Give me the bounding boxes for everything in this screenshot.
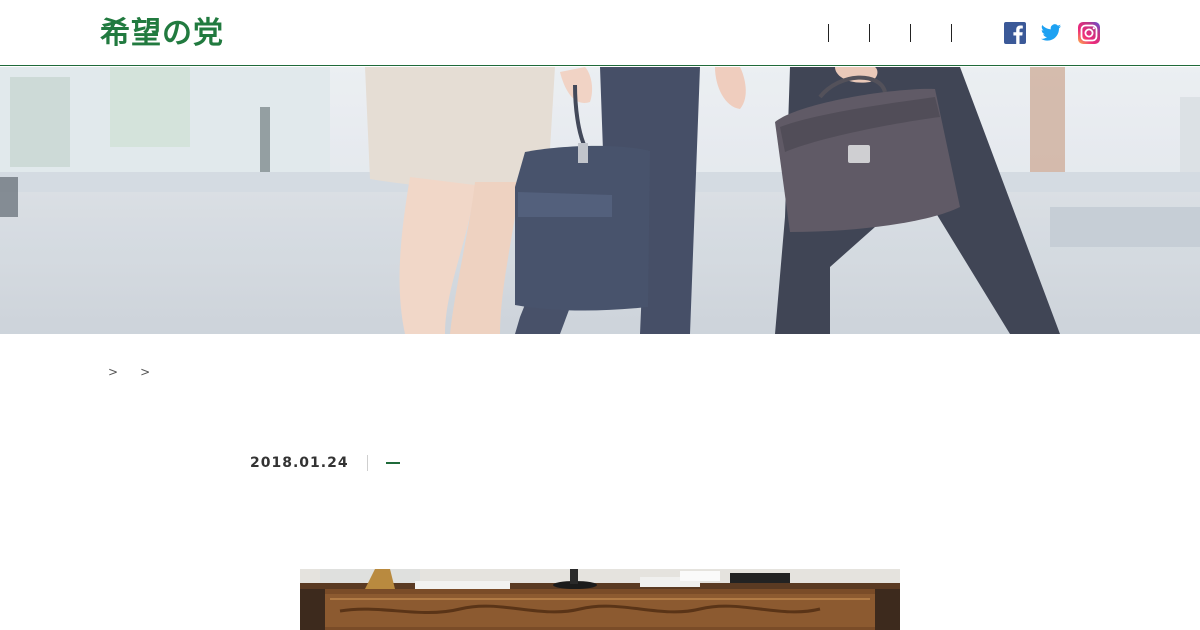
nav-item-1[interactable] [828,24,869,42]
article-date: 2018.01.24 [250,455,349,471]
site-logo[interactable]: 希望の党 [100,14,224,54]
article-meta: 2018.01.24 [250,452,400,474]
article-image [300,569,900,630]
meta-divider [366,455,368,471]
breadcrumb: > > [100,364,164,380]
article-photo [300,569,900,630]
twitter-icon[interactable] [1040,22,1062,44]
breadcrumb-separator: > [108,365,119,379]
hero-image [0,67,1200,334]
global-nav [828,24,992,42]
facebook-icon[interactable] [1004,22,1026,44]
category-badge[interactable] [385,462,400,464]
breadcrumb-separator: > [140,365,151,379]
instagram-icon[interactable] [1078,22,1100,44]
hero-photo [0,67,1200,334]
site-header: 希望の党 [0,0,1200,66]
nav-item-2[interactable] [869,24,910,42]
nav-item-4[interactable] [951,24,992,42]
nav-item-3[interactable] [910,24,951,42]
